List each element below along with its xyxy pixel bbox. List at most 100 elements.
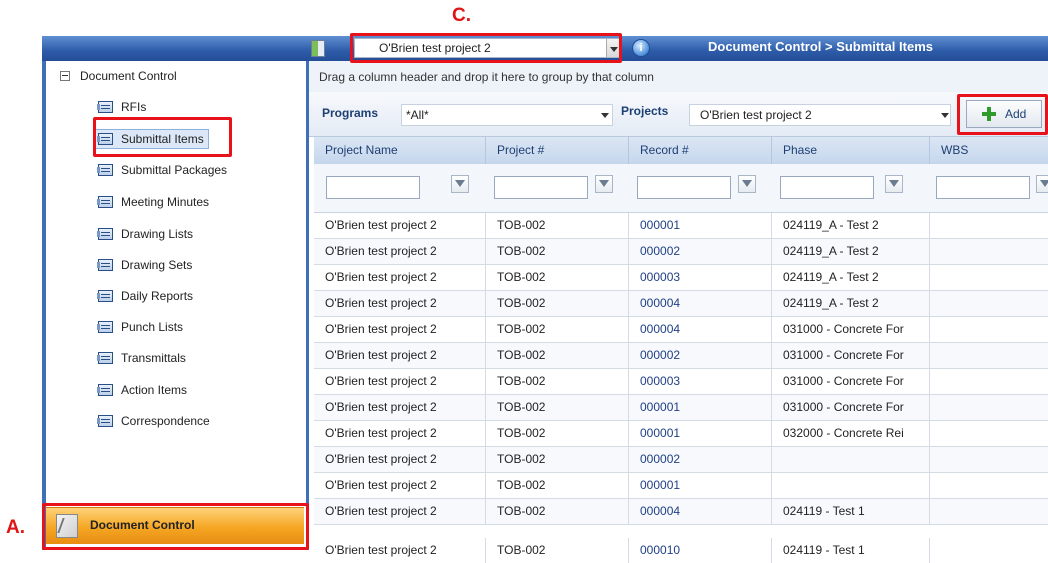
cell-record-number-link[interactable]: 000004 — [629, 317, 772, 342]
table-row[interactable]: O'Brien test project 2 TOB-002 000002 03… — [314, 343, 1048, 369]
cell-phase: 024119 - Test 1 — [772, 499, 930, 524]
filter-icon[interactable] — [885, 175, 903, 193]
cell-record-number-link[interactable]: 000002 — [629, 343, 772, 368]
sidebar-item-action-items[interactable]: Action Items — [97, 381, 187, 399]
table-row[interactable]: O'Brien test project 2 TOB-002 000004 03… — [314, 317, 1048, 343]
cell-project-name: O'Brien test project 2 — [314, 395, 486, 420]
cell-wbs — [930, 265, 1048, 290]
filter-input-project-number[interactable] — [494, 176, 588, 199]
document-list-icon — [97, 196, 113, 208]
cell-project-number: TOB-002 — [486, 239, 629, 264]
column-header-project-name[interactable]: Project Name — [314, 137, 486, 164]
filter-input-project-name[interactable] — [326, 176, 420, 199]
sidebar-item-punch-lists[interactable]: Punch Lists — [97, 318, 184, 336]
table-row[interactable]: O'Brien test project 2 TOB-002 000001 — [314, 473, 1048, 499]
document-list-icon — [97, 415, 113, 427]
cell-project-number: TOB-002 — [486, 317, 629, 342]
cell-wbs — [930, 395, 1048, 420]
cell-record-number-link[interactable]: 000003 — [629, 369, 772, 394]
cell-project-number: TOB-002 — [486, 499, 629, 524]
cell-wbs — [930, 421, 1048, 446]
document-list-icon — [97, 228, 113, 240]
filter-input-wbs[interactable] — [936, 176, 1030, 199]
sidebar-item-daily-reports[interactable]: Daily Reports — [97, 287, 193, 305]
sidebar-item-drawing-sets[interactable]: Drawing Sets — [97, 256, 193, 274]
filter-icon[interactable] — [595, 175, 613, 193]
minus-box-icon[interactable] — [60, 71, 70, 81]
sidebar-item-rfis[interactable]: RFIs — [97, 98, 146, 116]
column-header-phase[interactable]: Phase — [772, 137, 930, 164]
cell-record-number-link[interactable]: 000004 — [629, 291, 772, 316]
cell-project-number: TOB-002 — [486, 265, 629, 290]
filter-icon[interactable] — [451, 175, 469, 193]
document-list-icon — [97, 352, 113, 364]
table-row[interactable]: O'Brien test project 2 TOB-002 000002 — [314, 447, 1048, 473]
cell-phase: 031000 - Concrete For — [772, 395, 930, 420]
annotation-box-d — [957, 94, 1048, 135]
filter-input-record-number[interactable] — [637, 176, 731, 199]
table-row[interactable]: O'Brien test project 2 TOB-002 000003 03… — [314, 369, 1048, 395]
cell-record-number-link[interactable]: 000001 — [629, 473, 772, 498]
table-row[interactable]: O'Brien test project 2 TOB-002 000003 02… — [314, 265, 1048, 291]
sidebar-item-submittal-packages[interactable]: Submittal Packages — [97, 161, 228, 179]
programs-select-value: *All* — [406, 108, 429, 122]
cell-project-name: O'Brien test project 2 — [314, 343, 486, 368]
projects-label: Projects — [621, 104, 669, 118]
grid-filter-row — [314, 164, 1048, 213]
grid-layout-icon[interactable] — [311, 40, 325, 57]
chevron-down-icon[interactable] — [938, 105, 952, 125]
cell-record-number-link[interactable]: 000003 — [629, 265, 772, 290]
cell-project-number: TOB-002 — [486, 213, 629, 238]
table-row[interactable]: O'Brien test project 2 TOB-002 000001 03… — [314, 421, 1048, 447]
sidebar-item-meeting-minutes[interactable]: Meeting Minutes — [97, 193, 209, 211]
filter-input-phase[interactable] — [780, 176, 874, 199]
chevron-down-icon[interactable] — [598, 105, 612, 125]
document-list-icon — [97, 321, 113, 333]
filter-icon[interactable] — [738, 175, 756, 193]
sidebar-item-correspondence[interactable]: Correspondence — [97, 412, 210, 430]
cell-project-number: TOB-002 — [486, 447, 629, 472]
table-row[interactable]: O'Brien test project 2 TOB-002 000004 02… — [314, 499, 1048, 525]
breadcrumb: Document Control > Submittal Items — [708, 39, 933, 54]
table-row[interactable]: O'Brien test project 2 TOB-002 000002 02… — [314, 239, 1048, 265]
cell-wbs — [930, 317, 1048, 342]
tree-root-label: Document Control — [80, 69, 177, 83]
cell-phase: 024119_A - Test 2 — [772, 239, 930, 264]
group-by-bar[interactable]: Drag a column header and drop it here to… — [309, 61, 1048, 93]
table-row[interactable]: O'Brien test project 2 TOB-002 000010 02… — [314, 525, 1048, 563]
programs-select[interactable]: *All* — [401, 104, 613, 126]
cell-phase: 031000 - Concrete For — [772, 317, 930, 342]
annotation-box-b — [93, 117, 232, 157]
sidebar-item-label: Drawing Sets — [121, 258, 193, 272]
cell-record-number-link[interactable]: 000010 — [629, 538, 772, 563]
sidebar-item-label: Punch Lists — [121, 320, 184, 334]
column-header-project-number[interactable]: Project # — [486, 137, 629, 164]
cell-record-number-link[interactable]: 000002 — [629, 447, 772, 472]
cell-record-number-link[interactable]: 000001 — [629, 213, 772, 238]
filter-icon[interactable] — [1036, 175, 1048, 193]
sidebar-item-label: Submittal Packages — [121, 163, 228, 177]
sidebar-item-label: Drawing Lists — [121, 227, 194, 241]
cell-phase: 024119_A - Test 2 — [772, 265, 930, 290]
cell-phase: 031000 - Concrete For — [772, 369, 930, 394]
column-header-record-number[interactable]: Record # — [629, 137, 772, 164]
projects-select[interactable]: O'Brien test project 2 — [689, 104, 951, 126]
cell-wbs — [930, 473, 1048, 498]
table-row[interactable]: O'Brien test project 2 TOB-002 000001 02… — [314, 213, 1048, 239]
document-list-icon — [97, 164, 113, 176]
sidebar-item-label: Transmittals — [121, 351, 186, 365]
cell-record-number-link[interactable]: 000001 — [629, 421, 772, 446]
programs-label: Programs — [322, 106, 379, 120]
sidebar-item-drawing-lists[interactable]: Drawing Lists — [97, 225, 194, 243]
table-row[interactable]: O'Brien test project 2 TOB-002 000001 03… — [314, 395, 1048, 421]
info-circle-icon[interactable]: i — [632, 39, 650, 57]
sidebar-item-transmittals[interactable]: Transmittals — [97, 349, 186, 367]
cell-record-number-link[interactable]: 000001 — [629, 395, 772, 420]
cell-record-number-link[interactable]: 000002 — [629, 239, 772, 264]
tree-root-document-control[interactable]: Document Control — [60, 69, 177, 83]
cell-project-number: TOB-002 — [486, 343, 629, 368]
column-header-wbs[interactable]: WBS — [930, 137, 1048, 164]
cell-record-number-link[interactable]: 000004 — [629, 499, 772, 524]
table-row[interactable]: O'Brien test project 2 TOB-002 000004 02… — [314, 291, 1048, 317]
cell-project-number: TOB-002 — [486, 473, 629, 498]
